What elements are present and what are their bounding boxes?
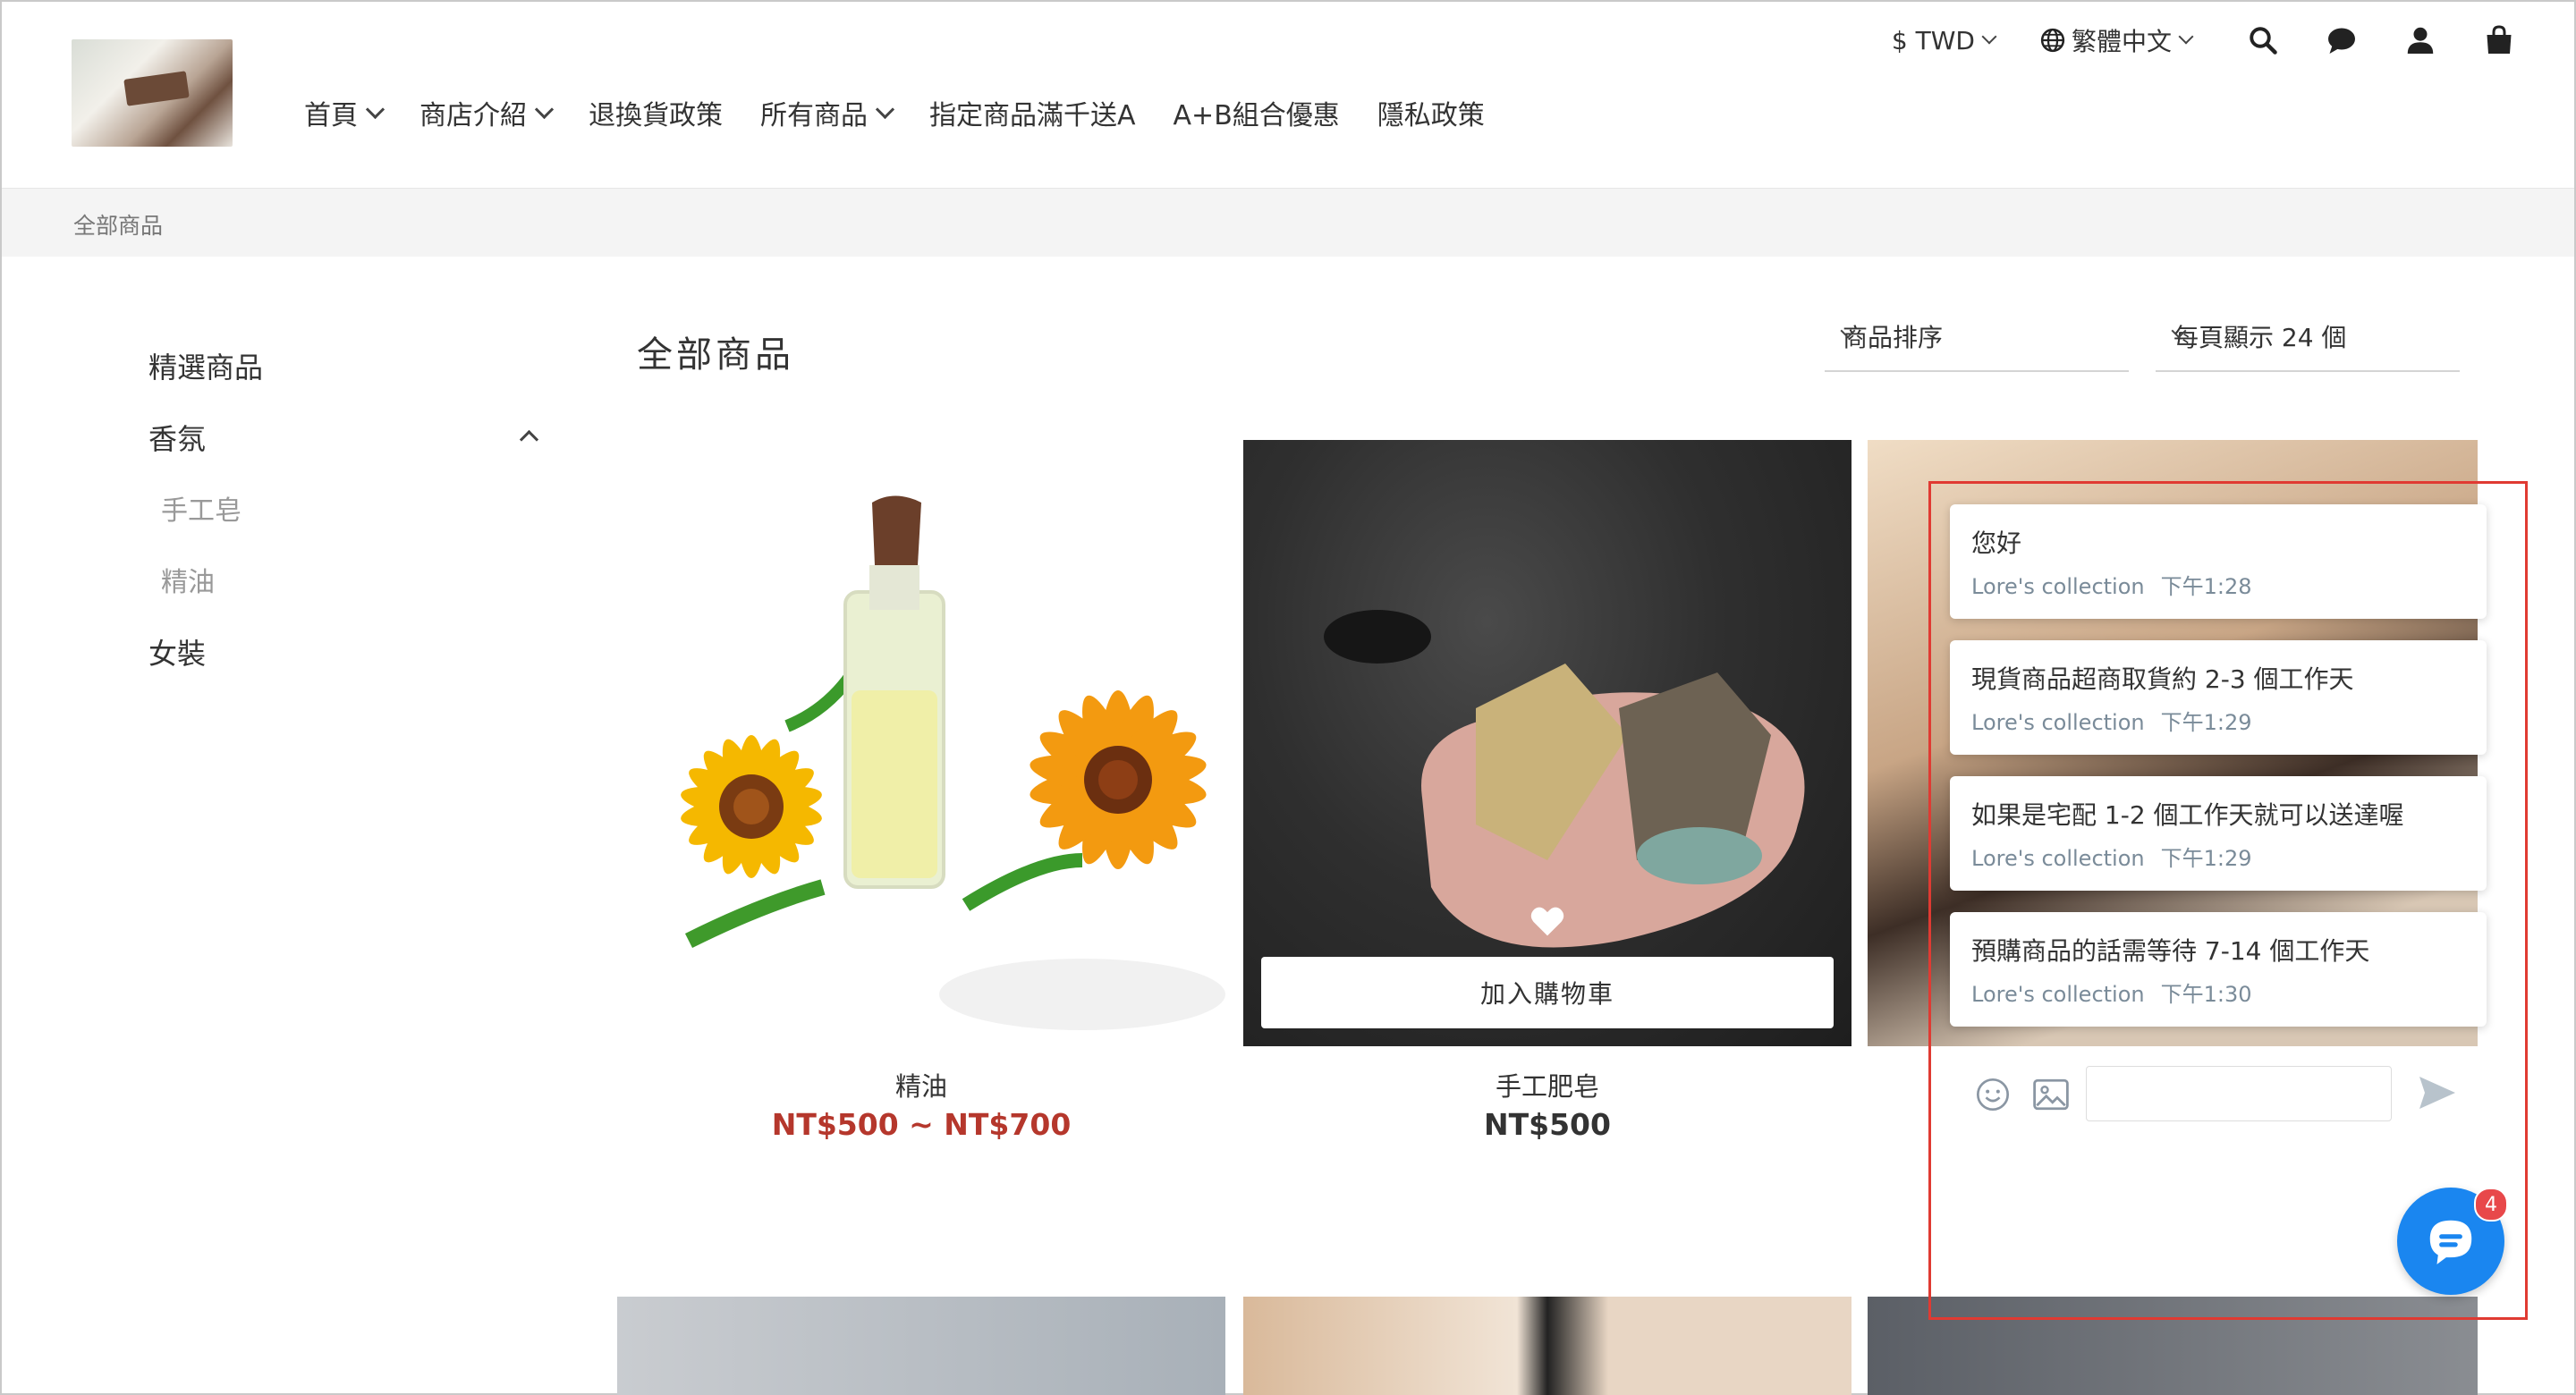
chat-icon <box>2328 28 2355 54</box>
product-image[interactable] <box>617 1297 1225 1395</box>
chat-message-text: 如果是宅配 1-2 個工作天就可以送達喔 <box>1971 800 2404 830</box>
add-to-cart-button[interactable]: 加入購物車 <box>1261 957 1834 1028</box>
heart-icon[interactable] <box>1530 905 1565 937</box>
user-icon <box>2407 27 2434 54</box>
chevron-down-icon <box>2178 29 2194 45</box>
chat-bubble-icon <box>2429 1220 2472 1264</box>
chat-message-text: 現貨商品超商取貨約 2-3 個工作天 <box>1971 664 2354 694</box>
sidebar-item-fragrance[interactable]: 香氛 <box>148 417 206 458</box>
chat-message-meta: Lore's collection 下午1:29 <box>1971 705 2268 736</box>
cart-button[interactable] <box>2481 22 2517 58</box>
language-selector[interactable]: 繁體中文 <box>2039 22 2194 58</box>
chat-message-text: 預購商品的話需等待 7-14 個工作天 <box>1971 936 2370 966</box>
chat-time: 下午1:29 <box>2160 846 2252 871</box>
per-page-label: 每頁顯示 24 個 <box>2174 323 2347 352</box>
nav-item-all-products[interactable]: 所有商品 <box>760 93 895 132</box>
nav-item-privacy[interactable]: 隱私政策 <box>1377 93 1485 132</box>
per-page-select[interactable]: 每頁顯示 24 個 <box>2156 313 2460 372</box>
shopping-bag-icon <box>2487 25 2512 54</box>
chevron-down-icon <box>534 99 555 119</box>
nav-label: 首頁 <box>304 100 358 131</box>
emoji-icon[interactable] <box>1975 1077 2011 1112</box>
sidebar-item-featured[interactable]: 精選商品 <box>148 345 263 386</box>
chat-message-input[interactable] <box>2086 1066 2392 1121</box>
nav-item-about[interactable]: 商店介紹 <box>419 93 555 132</box>
account-button[interactable] <box>2402 22 2438 58</box>
sidebar-item-essential-oil[interactable]: 精油 <box>161 560 215 599</box>
chevron-down-icon <box>1981 29 1997 45</box>
chat-input-bar <box>1950 1046 2487 1143</box>
nav-label: 商店介紹 <box>419 100 527 131</box>
product-image[interactable] <box>1868 1297 2478 1395</box>
chat-message-meta: Lore's collection 下午1:30 <box>1971 976 2268 1008</box>
product-name[interactable]: 手工肥皂 <box>1243 1066 1852 1103</box>
chat-message: 您好 Lore's collection 下午1:28 <box>1950 504 2487 619</box>
product-image-essential-oil[interactable] <box>617 440 1225 1046</box>
chat-message-text: 您好 <box>1971 528 2022 558</box>
page-title: 全部商品 <box>637 334 794 376</box>
search-icon <box>2250 27 2277 55</box>
product-name[interactable]: 精油 <box>617 1066 1225 1103</box>
chat-button[interactable] <box>2324 22 2360 58</box>
breadcrumb[interactable]: 全部商品 <box>73 208 163 241</box>
currency-label: $ TWD <box>1891 25 1975 55</box>
nav-item-return-policy[interactable]: 退換貨政策 <box>589 93 723 132</box>
sidebar-item-handmade-soap[interactable]: 手工皂 <box>161 488 242 528</box>
chat-time: 下午1:28 <box>2160 574 2252 599</box>
chat-message-meta: Lore's collection 下午1:28 <box>1971 569 2268 600</box>
sort-label: 商品排序 <box>1843 323 1944 352</box>
chevron-down-icon <box>365 99 386 119</box>
send-icon[interactable] <box>2415 1071 2460 1114</box>
globe-icon <box>2040 28 2065 53</box>
language-label: 繁體中文 <box>2071 27 2172 56</box>
header-utilities: $ TWD 繁體中文 <box>1847 20 2517 61</box>
currency-selector[interactable]: $ TWD <box>1891 25 1997 55</box>
chat-time: 下午1:30 <box>2160 982 2252 1007</box>
sidebar-item-womenswear[interactable]: 女裝 <box>148 631 206 672</box>
nav-label: 所有商品 <box>760 100 868 131</box>
breadcrumb-bar: 全部商品 <box>2 188 2574 257</box>
chat-sender: Lore's collection <box>1971 574 2145 599</box>
chat-message-meta: Lore's collection 下午1:29 <box>1971 841 2268 872</box>
store-logo[interactable] <box>72 39 233 147</box>
chat-sender: Lore's collection <box>1971 982 2145 1007</box>
product-price: NT$500 <box>1484 1107 1611 1142</box>
nav-item-promo-a[interactable]: 指定商品滿千送A <box>929 93 1136 132</box>
handmade-soap-photo <box>1324 610 1805 948</box>
chat-message: 現貨商品超商取貨約 2-3 個工作天 Lore's collection 下午1:… <box>1950 640 2487 755</box>
essential-oil-photo <box>681 495 1225 1030</box>
image-upload-icon[interactable] <box>2032 1077 2070 1112</box>
unread-badge: 4 <box>2474 1188 2508 1222</box>
sort-select[interactable]: 商品排序 <box>1825 313 2129 372</box>
chat-message: 預購商品的話需等待 7-14 個工作天 Lore's collection 下午1… <box>1950 912 2487 1027</box>
product-image-handmade-soap[interactable] <box>1243 440 1852 1046</box>
main-nav: 首頁 商店介紹 退換貨政策 所有商品 指定商品滿千送A A+B組合優惠 隱私政策 <box>304 93 1522 132</box>
chat-sender: Lore's collection <box>1971 846 2145 871</box>
product-image[interactable] <box>1243 1297 1852 1395</box>
chevron-down-icon <box>875 99 895 119</box>
nav-label: 隱私政策 <box>1377 100 1485 131</box>
nav-label: A+B組合優惠 <box>1173 100 1340 131</box>
nav-label: 指定商品滿千送A <box>929 100 1136 131</box>
search-button[interactable] <box>2245 22 2281 58</box>
nav-label: 退換貨政策 <box>589 100 723 131</box>
nav-item-bundle[interactable]: A+B組合優惠 <box>1174 93 1340 132</box>
chat-message: 如果是宅配 1-2 個工作天就可以送達喔 Lore's collection 下午… <box>1950 776 2487 891</box>
chat-sender: Lore's collection <box>1971 710 2145 735</box>
chat-time: 下午1:29 <box>2160 710 2252 735</box>
nav-item-home[interactable]: 首頁 <box>304 93 386 132</box>
product-price: NT$500 ~ NT$700 <box>771 1107 1072 1142</box>
